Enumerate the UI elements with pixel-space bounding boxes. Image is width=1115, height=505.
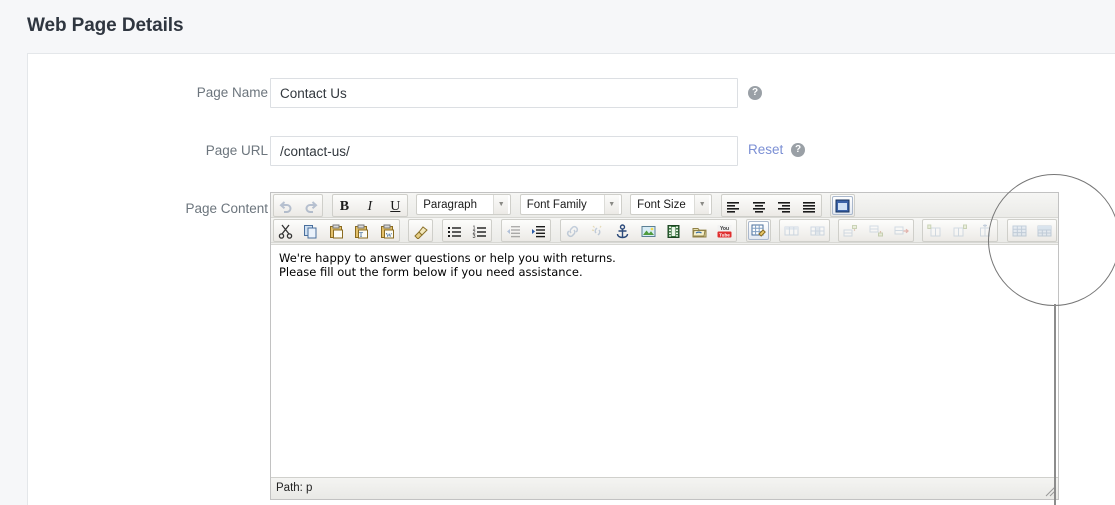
font-family-select[interactable]: Font Family ▼ xyxy=(519,194,622,215)
page-name-label: Page Name xyxy=(196,85,268,100)
unlink-icon[interactable] xyxy=(587,221,608,240)
svg-text:You: You xyxy=(720,226,729,232)
table-col-ops-group xyxy=(922,219,999,242)
copy-icon[interactable] xyxy=(300,221,321,240)
table-props-group xyxy=(779,219,830,242)
rich-text-editor: B I U Paragraph ▼ Font Family ▼ Font Size ▼ xyxy=(270,192,1059,500)
row-insert-before-icon[interactable] xyxy=(840,221,861,240)
page-header: Web Page Details xyxy=(0,0,1115,53)
col-insert-before-icon[interactable] xyxy=(924,221,945,240)
page-url-reset-link[interactable]: Reset xyxy=(748,142,783,157)
text-style-button-group: B I U xyxy=(331,194,408,217)
bullet-list-icon[interactable] xyxy=(444,221,465,240)
align-left-icon[interactable] xyxy=(723,196,744,215)
page-url-input[interactable] xyxy=(270,136,738,166)
page-content-label: Page Content xyxy=(185,201,268,216)
chevron-down-icon[interactable]: ▼ xyxy=(694,195,710,214)
outdent-icon[interactable] xyxy=(503,221,524,240)
chevron-down-icon[interactable]: ▼ xyxy=(493,195,509,214)
align-center-icon[interactable] xyxy=(748,196,769,215)
chevron-down-icon[interactable]: ▼ xyxy=(603,195,619,214)
editor-content-line-1: We're happy to answer questions or help … xyxy=(279,251,616,265)
font-size-select-value: Font Size xyxy=(637,199,686,211)
svg-text:Tube: Tube xyxy=(719,232,730,237)
image-icon[interactable] xyxy=(638,221,659,240)
paste-from-word-icon[interactable]: W xyxy=(377,221,398,240)
list-button-group: 123 xyxy=(441,219,493,242)
font-family-select-value: Font Family xyxy=(526,199,587,211)
editor-status-path: Path: p xyxy=(271,477,1058,499)
page-name-input[interactable] xyxy=(270,78,738,108)
link-icon[interactable] xyxy=(562,221,583,240)
editor-toolbar-row-1: B I U Paragraph ▼ Font Family ▼ Font Size ▼ xyxy=(271,193,1058,218)
clipboard-button-group: T W xyxy=(273,219,400,242)
page-url-label: Page URL xyxy=(205,143,268,158)
alignment-button-group xyxy=(720,194,822,217)
editor-content-line-2: Please fill out the form below if you ne… xyxy=(279,265,583,279)
col-delete-icon[interactable] xyxy=(975,221,996,240)
indent-button-group xyxy=(500,219,552,242)
remove-format-icon[interactable] xyxy=(410,221,431,240)
insert-table-icon[interactable] xyxy=(747,221,769,240)
row-delete-icon[interactable] xyxy=(891,221,912,240)
page-url-help-icon[interactable]: ? xyxy=(791,143,805,157)
page-name-help-icon[interactable]: ? xyxy=(748,86,762,100)
page-root: Web Page Details Page Name ? Page URL Re… xyxy=(0,0,1115,505)
youtube-icon[interactable]: You Tube xyxy=(714,221,735,240)
insert-button-group: You Tube xyxy=(559,219,738,242)
anchor-icon[interactable] xyxy=(612,221,633,240)
table-cell-props-icon[interactable] xyxy=(807,221,828,240)
paste-icon[interactable] xyxy=(326,221,347,240)
col-insert-after-icon[interactable] xyxy=(950,221,971,240)
format-select-value: Paragraph xyxy=(423,199,477,211)
font-size-select[interactable]: Font Size ▼ xyxy=(630,194,713,215)
redo-icon[interactable] xyxy=(300,196,321,215)
align-justify-icon[interactable] xyxy=(799,196,820,215)
svg-text:W: W xyxy=(386,232,393,239)
fullscreen-icon[interactable] xyxy=(832,196,854,215)
svg-text:T: T xyxy=(359,231,364,239)
table-row-ops-group xyxy=(838,219,914,242)
resize-grip-icon[interactable] xyxy=(1042,483,1056,497)
table-merge-group xyxy=(1006,219,1058,242)
split-cells-icon[interactable] xyxy=(1009,221,1030,240)
merge-cells-icon[interactable] xyxy=(1034,221,1055,240)
row-insert-after-icon[interactable] xyxy=(866,221,887,240)
history-button-group xyxy=(273,194,324,217)
file-manager-icon[interactable] xyxy=(689,221,710,240)
svg-text:3: 3 xyxy=(473,234,476,239)
table-insert-group xyxy=(745,219,771,242)
numbered-list-icon[interactable]: 123 xyxy=(469,221,490,240)
media-icon[interactable] xyxy=(663,221,684,240)
align-right-icon[interactable] xyxy=(774,196,795,215)
table-row-props-icon[interactable] xyxy=(781,221,802,240)
indent-icon[interactable] xyxy=(528,221,549,240)
fullscreen-button-group xyxy=(830,194,856,217)
editor-content-area[interactable]: We're happy to answer questions or help … xyxy=(271,244,1058,477)
bold-icon[interactable]: B xyxy=(334,196,355,215)
underline-icon[interactable]: U xyxy=(385,196,406,215)
paste-as-text-icon[interactable]: T xyxy=(351,221,372,240)
editor-toolbar-row-2: T W 123 You Tube xyxy=(271,218,1058,243)
format-select[interactable]: Paragraph ▼ xyxy=(416,194,512,215)
cut-icon[interactable] xyxy=(275,221,296,240)
page-title: Web Page Details xyxy=(27,15,184,36)
undo-icon[interactable] xyxy=(275,196,296,215)
italic-icon[interactable]: I xyxy=(359,196,380,215)
cleanup-button-group xyxy=(408,219,434,242)
